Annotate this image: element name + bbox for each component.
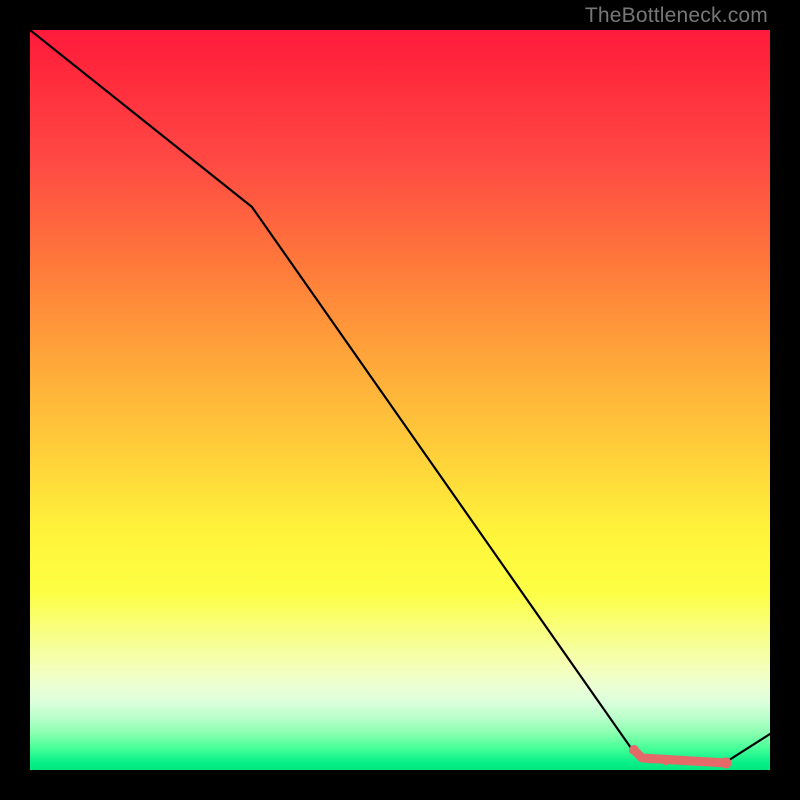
series-line: [30, 30, 770, 762]
watermark-text: TheBottleneck.com: [585, 4, 768, 28]
plot-area: [30, 30, 770, 770]
chart-svg: [30, 30, 770, 770]
chart-frame: TheBottleneck.com: [0, 0, 800, 800]
